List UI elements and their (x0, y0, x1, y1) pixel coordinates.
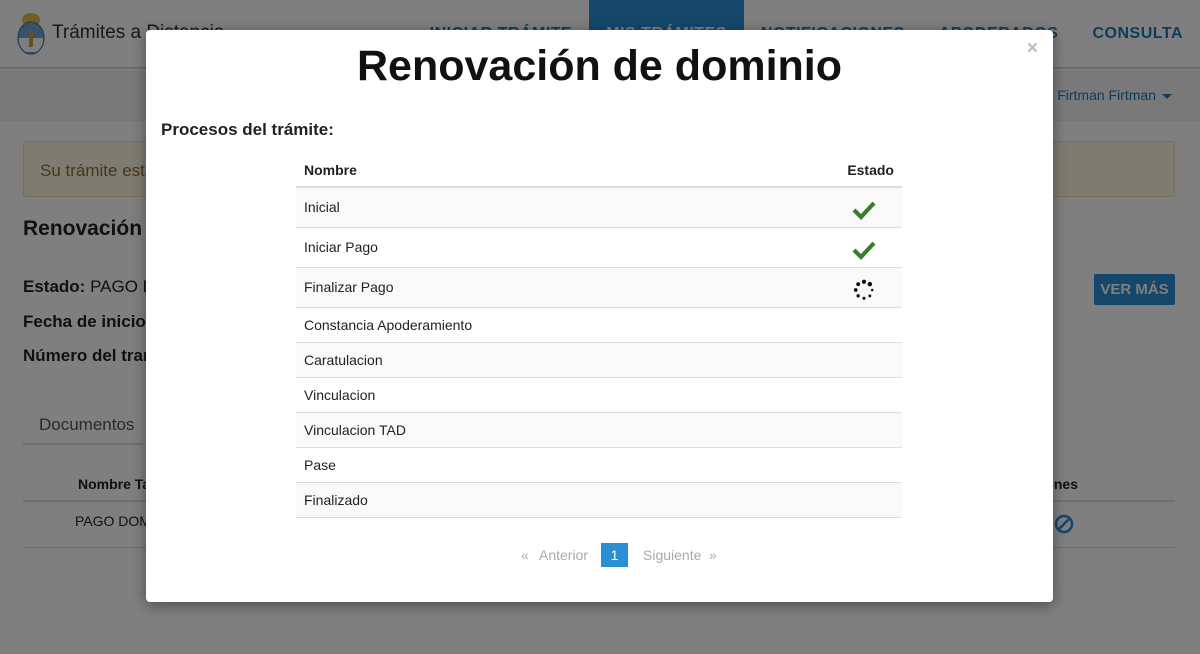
pagination-prev[interactable]: Anterior (539, 547, 588, 563)
spinner-icon (853, 279, 874, 300)
pagination: « Anterior 1 Siguiente » (146, 542, 1053, 568)
pagination-prev-arrow[interactable]: « (521, 547, 529, 563)
process-modal: × Renovación de dominio Procesos del trá… (146, 30, 1053, 602)
process-name: Finalizado (304, 492, 368, 508)
process-name: Vinculacion (304, 387, 376, 403)
check-icon (852, 241, 876, 261)
process-name: Finalizar Pago (304, 279, 394, 295)
section-label: Procesos del trámite: (161, 120, 334, 139)
modal-title: Renovación de dominio (357, 42, 842, 90)
process-name: Iniciar Pago (304, 239, 378, 255)
table-row: Finalizado (296, 483, 902, 518)
process-name: Caratulacion (304, 352, 383, 368)
table-row: Caratulacion (296, 343, 902, 378)
pagination-next-arrow[interactable]: » (709, 547, 717, 563)
table-row: Inicial (296, 188, 902, 228)
pagination-next[interactable]: Siguiente (643, 547, 701, 563)
process-table: Nombre Estado Inicial Iniciar Pago Finaliz… (296, 152, 902, 518)
table-row: Pase (296, 448, 902, 483)
table-row: Constancia Apoderamiento (296, 308, 902, 343)
process-name: Vinculacion TAD (304, 422, 406, 438)
check-icon (852, 201, 876, 221)
process-name: Constancia Apoderamiento (304, 317, 473, 333)
table-row: Vinculacion TAD (296, 413, 902, 448)
process-name: Pase (304, 457, 336, 473)
column-nombre: Nombre (304, 162, 357, 178)
pagination-current-page[interactable]: 1 (601, 543, 628, 567)
column-estado: Estado (847, 162, 894, 178)
table-row: Finalizar Pago (296, 268, 902, 308)
process-table-header: Nombre Estado (296, 152, 902, 188)
process-name: Inicial (304, 199, 340, 215)
table-row: Iniciar Pago (296, 228, 902, 268)
table-row: Vinculacion (296, 378, 902, 413)
